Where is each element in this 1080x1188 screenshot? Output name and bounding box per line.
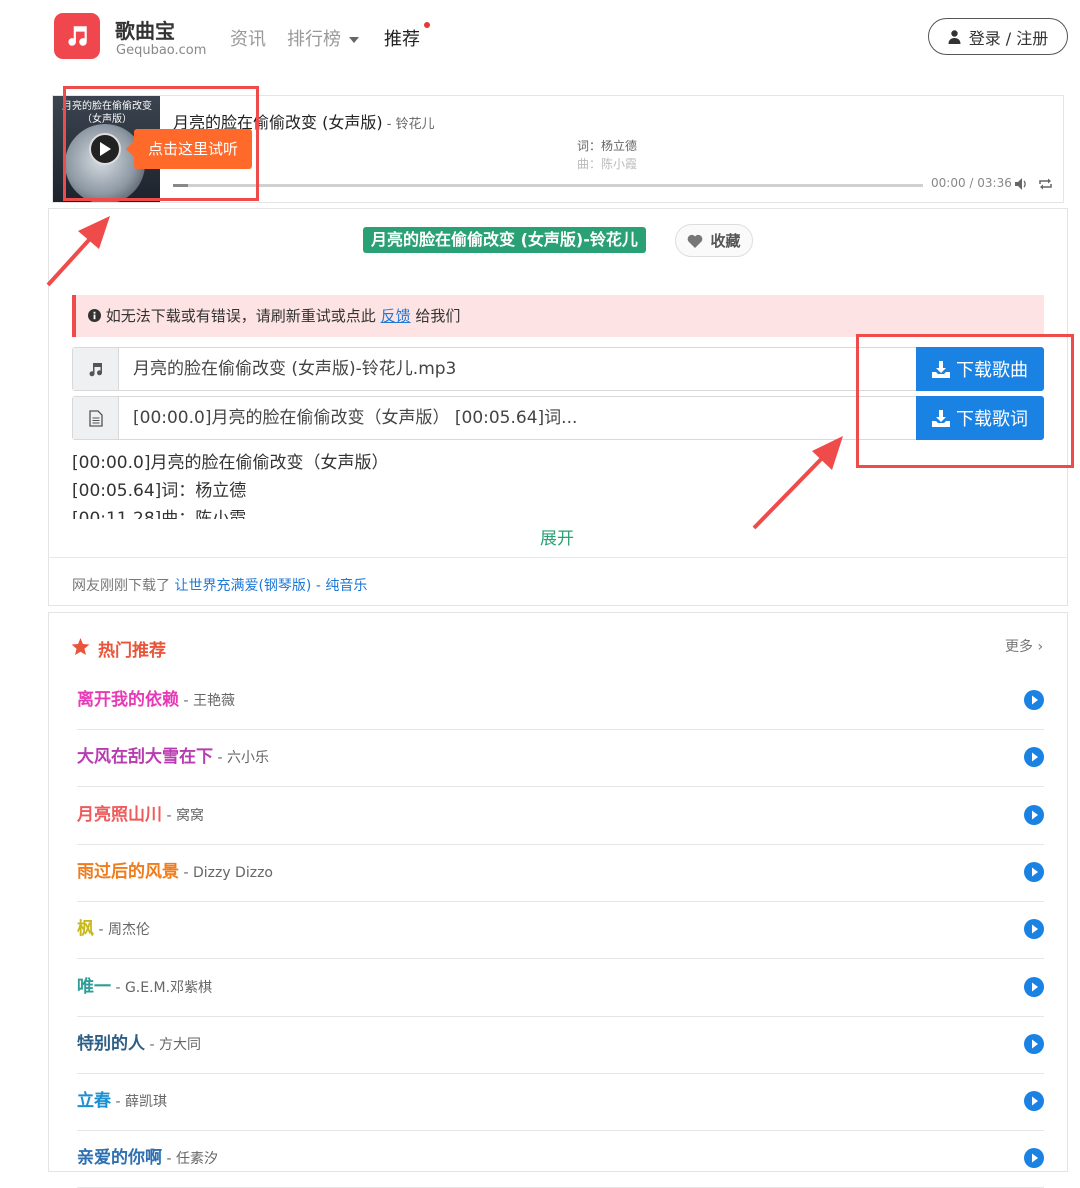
lyrics-preview: [00:00.0]月亮的脸在偷偷改变（女声版） [00:05.64]词：杨立德 … — [72, 449, 772, 519]
recent-song-link[interactable]: 让世界充满爱(钢琴版) - 纯音乐 — [174, 578, 367, 594]
recent-prefix: 网友刚刚下载了 — [72, 578, 170, 594]
volume-icon[interactable] — [1015, 178, 1028, 190]
error-alert: 如无法下载或有错误，请刷新重试或点此 反馈 给我们 — [72, 295, 1044, 337]
top-navbar: 歌曲宝 Gequbao.com 资讯 排行榜 推荐 登录 / 注册 — [0, 0, 1080, 78]
player-lyric-line: 词：杨立德 — [577, 139, 638, 153]
hot-song-link[interactable]: 立春 - 薛凯琪 — [77, 1086, 167, 1111]
hot-song-link[interactable]: 大风在刮大雪在下 - 六小乐 — [77, 742, 269, 767]
hot-song-title: 枫 — [77, 919, 94, 940]
hot-song-row[interactable]: 亲爱的你啊 - 任素汐 — [77, 1131, 1044, 1188]
hot-song-artist: - 六小乐 — [213, 750, 269, 767]
play-circle-icon[interactable] — [1024, 804, 1044, 825]
nav-charts[interactable]: 排行榜 — [287, 25, 359, 51]
song-file-name[interactable]: 月亮的脸在偷偷改变 (女声版)-铃花儿.mp3 — [133, 348, 456, 390]
time-display: 00:00 / 03:36 — [931, 176, 1012, 190]
caret-down-icon — [349, 37, 359, 43]
hot-song-title: 大风在刮大雪在下 — [77, 747, 213, 768]
document-icon — [73, 397, 119, 439]
info-circle-icon — [88, 309, 101, 322]
hot-song-link[interactable]: 特别的人 - 方大同 — [77, 1029, 201, 1054]
play-circle-icon[interactable] — [1024, 976, 1044, 997]
hot-song-title: 特别的人 — [77, 1033, 145, 1054]
play-circle-icon[interactable] — [1024, 747, 1044, 768]
notification-dot — [424, 22, 430, 28]
music-file-icon — [73, 348, 119, 390]
hot-song-title: 立春 — [77, 1091, 111, 1112]
player-artist: - 铃花儿 — [382, 117, 435, 132]
music-note-logo-icon[interactable] — [54, 13, 100, 59]
brand-url: Gequbao.com — [116, 43, 207, 58]
favorite-button[interactable]: 收藏 — [675, 224, 753, 257]
card-divider — [48, 557, 1068, 558]
hot-song-title: 雨过后的风景 — [77, 861, 179, 882]
play-circle-icon[interactable] — [1024, 861, 1044, 882]
login-register-button[interactable]: 登录 / 注册 — [928, 18, 1068, 55]
lyric-line: [00:00.0]月亮的脸在偷偷改变（女声版） — [72, 453, 389, 473]
recent-download: 网友刚刚下载了 让世界充满爱(钢琴版) - 纯音乐 — [72, 575, 367, 595]
hot-song-link[interactable]: 雨过后的风景 - Dizzy Dizzo — [77, 857, 273, 882]
star-icon — [71, 638, 90, 655]
lyric-line: [00:05.64]词：杨立德 — [72, 481, 247, 501]
hot-song-link[interactable]: 唯一 - G.E.M.邓紫棋 — [77, 972, 212, 997]
alert-text: 如无法下载或有错误，请刷新重试或点此 — [105, 307, 376, 325]
nav-recommend[interactable]: 推荐 — [384, 25, 420, 51]
chevron-right-icon: › — [1033, 639, 1044, 655]
hot-song-row[interactable]: 雨过后的风景 - Dizzy Dizzo — [77, 845, 1044, 902]
play-circle-icon[interactable] — [1024, 1148, 1044, 1169]
hot-song-row[interactable]: 唯一 - G.E.M.邓紫棋 — [77, 960, 1044, 1017]
hot-song-artist: - 周杰伦 — [94, 922, 150, 939]
play-circle-icon[interactable] — [1024, 1033, 1044, 1054]
hot-song-title: 月亮照山川 — [77, 804, 162, 825]
hot-song-link[interactable]: 离开我的依赖 - 王艳薇 — [77, 685, 235, 710]
highlight-box-player — [63, 86, 259, 201]
hot-song-artist: - 薛凯琪 — [111, 1094, 167, 1111]
brand-name[interactable]: 歌曲宝 — [115, 15, 175, 44]
lyric-line: [00:11.28]曲：陈小霞 — [72, 509, 247, 519]
more-label: 更多 — [1005, 639, 1033, 655]
hot-title: 热门推荐 — [98, 641, 166, 661]
play-circle-icon[interactable] — [1024, 1091, 1044, 1112]
play-circle-icon[interactable] — [1024, 690, 1044, 710]
hot-song-title: 离开我的依赖 — [77, 690, 179, 710]
highlight-box-download — [856, 334, 1074, 468]
hot-song-artist: - G.E.M.邓紫棋 — [111, 979, 213, 996]
hot-song-link[interactable]: 枫 - 周杰伦 — [77, 914, 150, 939]
alert-suffix: 给我们 — [415, 307, 461, 325]
hot-song-title: 唯一 — [77, 976, 111, 997]
hot-song-row[interactable]: 立春 - 薛凯琪 — [77, 1074, 1044, 1132]
hot-song-artist: - 窝窝 — [162, 807, 204, 824]
nav-charts-label: 排行榜 — [287, 29, 341, 50]
favorite-label: 收藏 — [710, 232, 741, 250]
hot-song-link[interactable]: 月亮照山川 - 窝窝 — [77, 800, 204, 825]
hot-song-title: 亲爱的你啊 — [77, 1148, 162, 1169]
more-link[interactable]: 更多 › — [1005, 636, 1043, 656]
user-icon — [948, 29, 961, 44]
progress-bar[interactable] — [173, 184, 923, 187]
repeat-icon[interactable] — [1039, 178, 1052, 190]
hot-song-row[interactable]: 枫 - 周杰伦 — [77, 902, 1044, 960]
nav-news[interactable]: 资讯 — [230, 25, 266, 51]
heart-icon — [688, 234, 703, 248]
lyric-file-name[interactable]: [00:00.0]月亮的脸在偷偷改变（女声版） [00:05.64]词... — [133, 397, 577, 439]
player-lyric-line: 曲：陈小霞 — [577, 157, 638, 171]
expand-lyrics-link[interactable]: 展开 — [540, 524, 574, 549]
feedback-link[interactable]: 反馈 — [381, 307, 411, 325]
login-label: 登录 / 注册 — [968, 28, 1049, 48]
hot-song-artist: - 方大同 — [145, 1036, 201, 1053]
hot-song-artist: - Dizzy Dizzo — [179, 864, 273, 881]
song-title-badge: 月亮的脸在偷偷改变 (女声版)-铃花儿 — [363, 227, 646, 253]
play-circle-icon[interactable] — [1024, 919, 1044, 940]
hot-song-artist: - 王艳薇 — [179, 693, 235, 709]
hot-song-row[interactable]: 离开我的依赖 - 王艳薇 — [77, 673, 1044, 730]
hot-song-row[interactable]: 大风在刮大雪在下 - 六小乐 — [77, 730, 1044, 788]
hot-song-row[interactable]: 特别的人 - 方大同 — [77, 1017, 1044, 1074]
hot-song-row[interactable]: 月亮照山川 - 窝窝 — [77, 788, 1044, 845]
